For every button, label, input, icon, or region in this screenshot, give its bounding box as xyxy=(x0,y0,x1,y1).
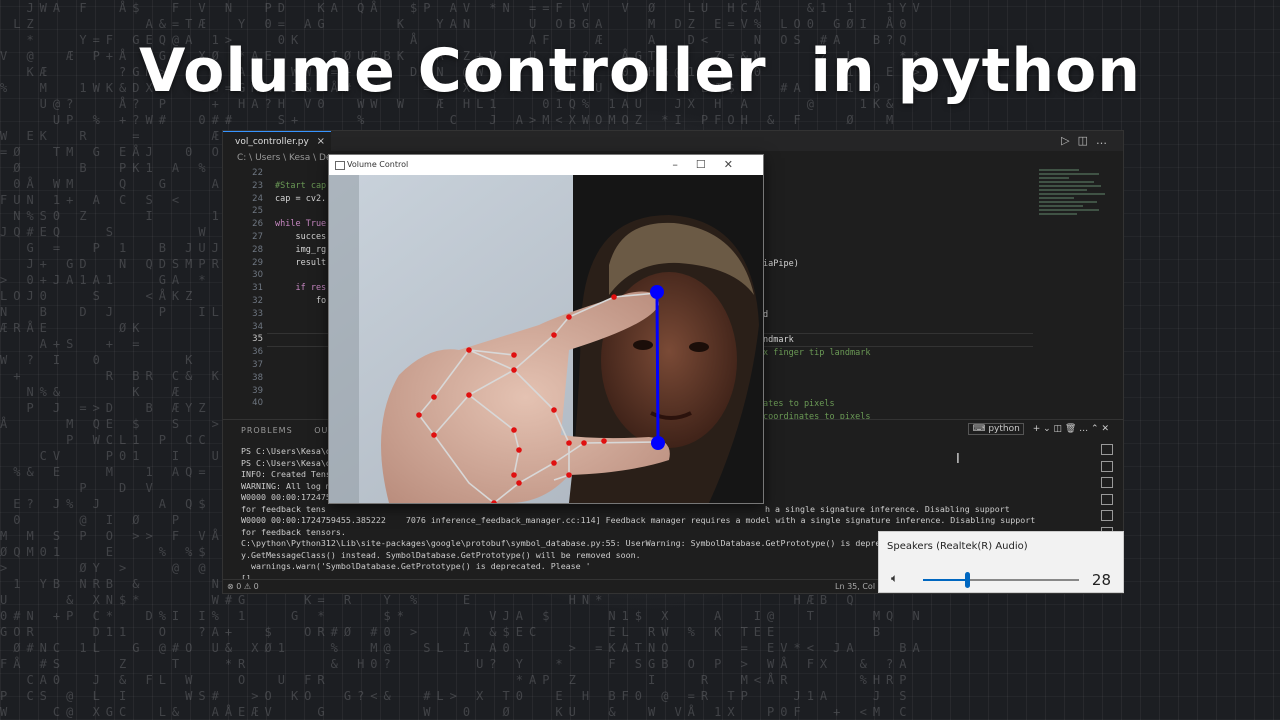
line-number: 35 xyxy=(252,334,263,345)
wall-edge xyxy=(329,175,359,503)
volume-slider-fill xyxy=(923,579,967,581)
line-number: 24 xyxy=(252,193,263,204)
line-number: 25 xyxy=(252,206,263,217)
run-icon[interactable]: ▷ xyxy=(1061,134,1077,147)
line-number: 34 xyxy=(252,321,263,332)
video-title: Volume Controller in python xyxy=(139,36,1141,106)
cursor-position[interactable]: Ln 35, Col xyxy=(835,580,875,593)
more-icon[interactable]: … xyxy=(1079,424,1091,434)
close-window-icon[interactable]: ✕ xyxy=(724,158,751,171)
volume-slider[interactable] xyxy=(923,572,1079,588)
index-tip-marker xyxy=(650,285,664,299)
tab-label: vol_controller.py xyxy=(235,137,309,147)
line-number: 38 xyxy=(252,372,263,383)
terminal-tab-icon[interactable] xyxy=(1101,444,1113,455)
terminal-tab-icon[interactable] xyxy=(1101,510,1113,521)
webcam-image xyxy=(329,175,763,503)
window-icon xyxy=(335,161,345,170)
tab-problems[interactable]: PROBLEMS xyxy=(241,426,293,435)
line-number: 37 xyxy=(252,359,263,370)
line-number: 22 xyxy=(252,168,263,178)
terminal-line-fragment: h a single signature inference. Disablin… xyxy=(765,503,1010,514)
code-fragment[interactable]: ates to pixels xyxy=(763,398,835,411)
terminal-tab-icon[interactable] xyxy=(1101,460,1113,472)
editor-tab-bar: vol_controller.py × ▷◫… xyxy=(223,131,1123,151)
minimap[interactable] xyxy=(1039,167,1109,277)
terminal-line: W0000 00:00:1724759455.385222 7076 infer… xyxy=(241,515,1036,525)
split-terminal-icon[interactable]: ◫ xyxy=(1054,424,1065,434)
window-titlebar[interactable]: Volume Control –☐✕ xyxy=(329,155,763,175)
editor-actions: ▷◫… xyxy=(1061,134,1115,147)
line-number: 31 xyxy=(252,283,263,294)
code-fragment[interactable]: iaPipe) xyxy=(763,258,799,271)
close-icon[interactable]: × xyxy=(317,132,325,152)
add-terminal-icon[interactable]: + ⌄ xyxy=(1033,424,1054,434)
device-name: Speakers (Realtek(R) Audio) xyxy=(887,541,1028,552)
volume-slider-thumb[interactable] xyxy=(964,572,970,588)
line-number: 39 xyxy=(252,385,263,396)
line-number-gutter: 22 23 24 25 26 27 28 29 30 31 32 33 34 35 36 37 38 39 40 xyxy=(223,167,267,410)
line-number: 28 xyxy=(252,244,263,255)
text-cursor-icon: I xyxy=(956,452,960,467)
trash-icon[interactable]: 🗑 xyxy=(1065,424,1079,434)
tab-vol-controller[interactable]: vol_controller.py × xyxy=(223,131,331,151)
line-number: 23 xyxy=(252,180,263,191)
speaker-icon[interactable]: 🔈︎ xyxy=(891,571,898,586)
webcam-feed xyxy=(329,175,763,503)
terminal-icon: ⌨ xyxy=(972,424,989,434)
pinch-distance-line xyxy=(655,291,660,444)
terminal-tab-icon[interactable] xyxy=(1101,477,1113,488)
thumb-tip-marker xyxy=(651,436,665,450)
line-number: 29 xyxy=(252,257,263,268)
terminal-selector[interactable]: ⌨ python xyxy=(968,423,1024,435)
volume-control-window: Volume Control –☐✕ xyxy=(328,154,764,504)
terminal-list xyxy=(1101,444,1113,543)
line-number: 40 xyxy=(252,398,263,409)
terminal-tab-icon[interactable] xyxy=(1101,493,1113,505)
speakers-volume-popup: Speakers (Realtek(R) Audio) 🔈︎ 28 xyxy=(878,531,1124,593)
breadcrumb[interactable]: C: \ Users \ Kesa \ De xyxy=(237,153,331,163)
terminal-name: python xyxy=(988,424,1020,434)
line-number: 30 xyxy=(252,270,263,281)
window-controls: –☐✕ xyxy=(672,155,751,175)
line-number: 32 xyxy=(252,295,263,306)
line-number: 27 xyxy=(252,231,263,242)
close-panel-icon[interactable]: ✕ xyxy=(1101,424,1109,434)
volume-value: 28 xyxy=(1091,571,1111,589)
problems-count[interactable]: ⊗ 0 ⚠ 0 xyxy=(227,582,259,591)
split-editor-icon[interactable]: ◫ xyxy=(1078,134,1096,147)
code-fragment[interactable]: x finger tip landmark xyxy=(763,347,870,360)
window-title: Volume Control xyxy=(347,160,409,169)
left-eye xyxy=(633,340,653,350)
right-eye xyxy=(689,342,709,352)
line-number: 26 xyxy=(252,219,263,230)
minimize-icon[interactable]: – xyxy=(672,158,696,171)
line-number: 33 xyxy=(252,308,263,319)
maximize-panel-icon[interactable]: ⌃ xyxy=(1091,424,1101,434)
line-number: 36 xyxy=(252,347,263,358)
maximize-icon[interactable]: ☐ xyxy=(696,158,724,171)
more-actions-icon[interactable]: … xyxy=(1096,134,1115,147)
panel-actions: ⌨ python + ⌄ ◫ 🗑 … ⌃ ✕ xyxy=(968,423,1109,435)
